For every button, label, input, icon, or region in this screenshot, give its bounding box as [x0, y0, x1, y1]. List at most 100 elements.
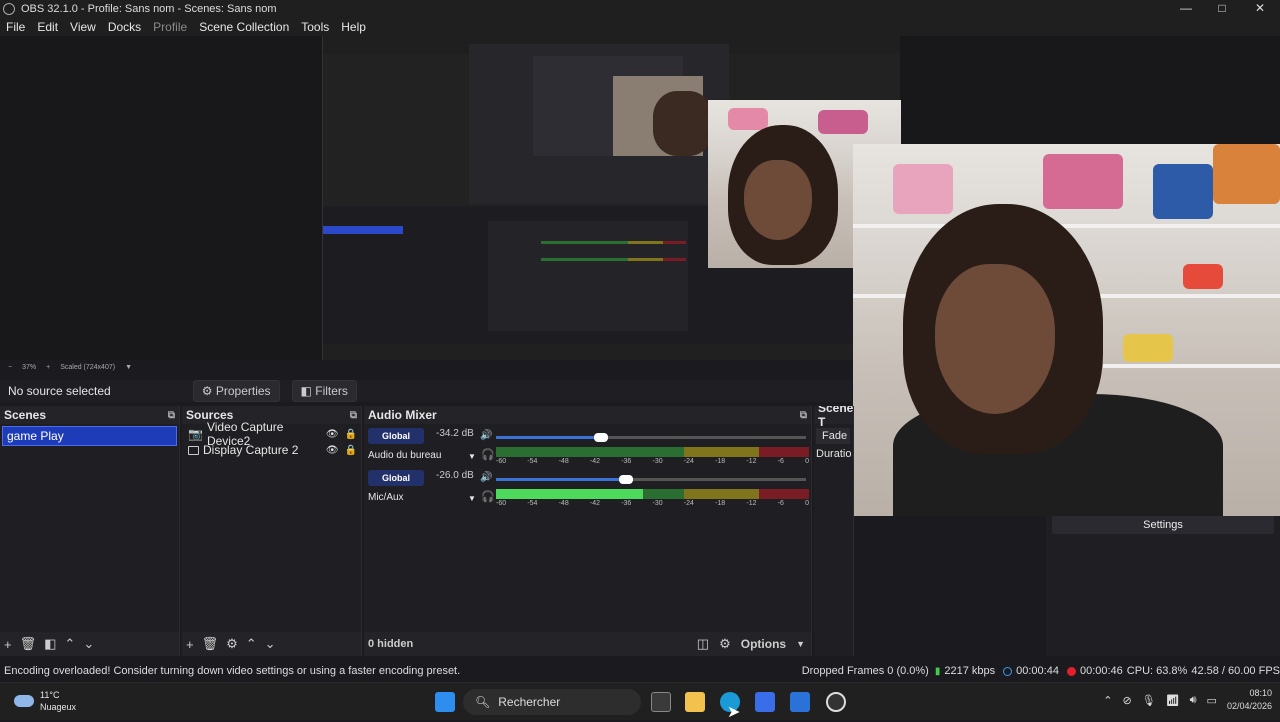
volume-icon[interactable]: 🔊︎: [1190, 694, 1197, 707]
meter-tick-label: -12: [746, 500, 757, 507]
close-button[interactable]: ✕: [1242, 0, 1278, 18]
global-audio-button[interactable]: Global: [368, 470, 424, 486]
menu-help[interactable]: Help: [335, 20, 372, 34]
move-up-icon[interactable]: ⌃: [246, 636, 257, 652]
wifi-icon[interactable]: 📶︎: [1166, 694, 1180, 707]
start-windows-icon[interactable]: [435, 692, 455, 712]
minimize-button[interactable]: —: [1168, 0, 1204, 18]
speaker-icon[interactable]: 🔊: [480, 472, 492, 483]
move-down-icon[interactable]: ⌄: [265, 636, 276, 652]
cpu-usage: CPU: 63.8%: [1126, 665, 1188, 677]
monitor-icon: [188, 445, 199, 455]
menu-docks[interactable]: Docks: [102, 20, 147, 34]
transitions-header: Scene T: [814, 406, 853, 429]
menu-file[interactable]: File: [0, 20, 31, 34]
properties-label: Properties: [215, 384, 271, 398]
scaling-dropdown[interactable]: Scaled (724x407): [60, 364, 115, 371]
layout-icon[interactable]: ◫: [697, 636, 709, 652]
meter-ticks: -60 -54 -48 -42 -36 -30 -24 -18 -12 -6 0: [496, 500, 809, 507]
properties-button[interactable]: ⚙ Properties: [192, 380, 280, 402]
status-bar: Encoding overloaded! Consider turning do…: [0, 662, 1280, 680]
scene-item-game-play[interactable]: game Play: [2, 426, 177, 446]
menu-view[interactable]: View: [64, 20, 102, 34]
remove-source-icon[interactable]: 🗑: [202, 636, 219, 652]
clock[interactable]: 08:10 02/04/2026: [1227, 687, 1272, 713]
hidden-count: 0 hidden: [368, 638, 414, 650]
menu-profile[interactable]: Profile: [147, 20, 193, 34]
channel-name: Audio du bureau: [368, 450, 442, 461]
headphones-icon[interactable]: 🎧: [481, 490, 495, 503]
add-source-icon[interactable]: +: [186, 637, 194, 652]
task-view-icon[interactable]: [651, 692, 671, 712]
lock-icon[interactable]: 🔒: [345, 429, 357, 440]
windows-taskbar: 11°C Nuageux 🔍︎ Rechercher ➤ ⌃ ⊘ 🎙︎ 📶︎ 🔊…: [0, 682, 1280, 721]
volume-slider-handle[interactable]: [619, 475, 634, 484]
options-button[interactable]: Options: [741, 637, 786, 651]
chevron-down-icon[interactable]: ▼: [468, 494, 476, 503]
store-icon[interactable]: [755, 692, 775, 712]
status-message: Encoding overloaded! Consider turning do…: [4, 665, 461, 677]
filters-button[interactable]: ◧ Filters: [291, 380, 357, 402]
advanced-audio-icon[interactable]: ⚙: [719, 636, 731, 652]
taskbar-search[interactable]: 🔍︎ Rechercher: [463, 689, 641, 715]
chevron-down-icon[interactable]: ▼: [468, 452, 476, 461]
scenes-title: Scenes: [4, 408, 47, 422]
meter-tick-label: -54: [527, 458, 538, 465]
network-off-icon[interactable]: ⊘: [1122, 694, 1131, 707]
volume-slider[interactable]: [496, 475, 806, 484]
mail-icon[interactable]: [790, 692, 810, 712]
undock-icon[interactable]: ⧉: [800, 410, 807, 421]
preview-zoom-bar: − 37% + Scaled (724x407) ▼: [0, 360, 852, 374]
settings-button[interactable]: Settings: [1052, 516, 1274, 534]
visibility-eye-icon[interactable]: 👁: [326, 445, 339, 456]
meter-tick-label: -30: [652, 500, 663, 507]
scene-transitions-dock: Scene T Fade Duratio: [814, 406, 854, 656]
filter-icon: ◧: [300, 384, 312, 398]
source-item-display-capture[interactable]: Display Capture 2 👁 🔒: [182, 442, 361, 458]
nested-taskbar: [323, 344, 900, 360]
menu-scene-collection[interactable]: Scene Collection: [193, 20, 295, 34]
nested-person-small: [653, 91, 713, 156]
zoom-in-button[interactable]: +: [46, 364, 50, 371]
headphones-icon[interactable]: 🎧: [481, 448, 495, 461]
move-down-icon[interactable]: ⌄: [83, 636, 94, 652]
zoom-out-button[interactable]: −: [8, 364, 12, 371]
speaker-icon[interactable]: 🔊: [480, 430, 492, 441]
meter-tick-label: -12: [746, 458, 757, 465]
add-scene-icon[interactable]: +: [4, 637, 12, 652]
lock-icon[interactable]: 🔒: [345, 445, 357, 456]
sources-dock: Sources ⧉ 📷 Video Capture Device2 👁 🔒 Dis…: [182, 406, 362, 656]
move-up-icon[interactable]: ⌃: [64, 636, 75, 652]
scene-filters-icon[interactable]: ◧: [44, 636, 56, 652]
nested-meter-1: [541, 241, 686, 244]
chevron-up-icon[interactable]: ⌃: [1103, 694, 1112, 707]
stream-time: 00:00:44: [1016, 665, 1059, 677]
volume-slider[interactable]: [496, 433, 806, 442]
menu-edit[interactable]: Edit: [31, 20, 64, 34]
meter-tick-label: -48: [558, 458, 569, 465]
file-explorer-icon[interactable]: [685, 692, 705, 712]
microphone-icon[interactable]: 🎙︎: [1142, 694, 1156, 707]
undock-icon[interactable]: ⧉: [168, 410, 175, 421]
remove-scene-icon[interactable]: 🗑: [20, 636, 37, 652]
obs-taskbar-icon[interactable]: [826, 692, 846, 712]
meter-tick-label: -30: [652, 458, 663, 465]
visibility-eye-icon[interactable]: 👁: [326, 429, 339, 440]
weather-widget[interactable]: 11°C Nuageux: [14, 689, 76, 713]
undock-icon[interactable]: ⧉: [350, 410, 357, 421]
chevron-down-icon[interactable]: ▼: [796, 639, 805, 649]
chevron-down-icon[interactable]: ▼: [125, 364, 132, 371]
menu-tools[interactable]: Tools: [295, 20, 335, 34]
meter-tick-label: -6: [777, 500, 784, 507]
meter-tick-label: -54: [527, 500, 538, 507]
signal-bars-icon: ▮: [934, 665, 941, 677]
transition-select[interactable]: Fade: [816, 428, 850, 444]
volume-slider-handle[interactable]: [594, 433, 609, 442]
battery-icon[interactable]: ▭: [1207, 694, 1217, 707]
fps-readout: 42.58 / 60.00 FPS: [1191, 665, 1280, 677]
global-audio-button[interactable]: Global: [368, 428, 424, 444]
maximize-button[interactable]: □: [1204, 0, 1240, 18]
source-item-video-capture[interactable]: 📷 Video Capture Device2 👁 🔒: [182, 420, 361, 448]
meter-tick-label: 0: [805, 500, 809, 507]
source-properties-icon[interactable]: ⚙: [226, 636, 238, 652]
